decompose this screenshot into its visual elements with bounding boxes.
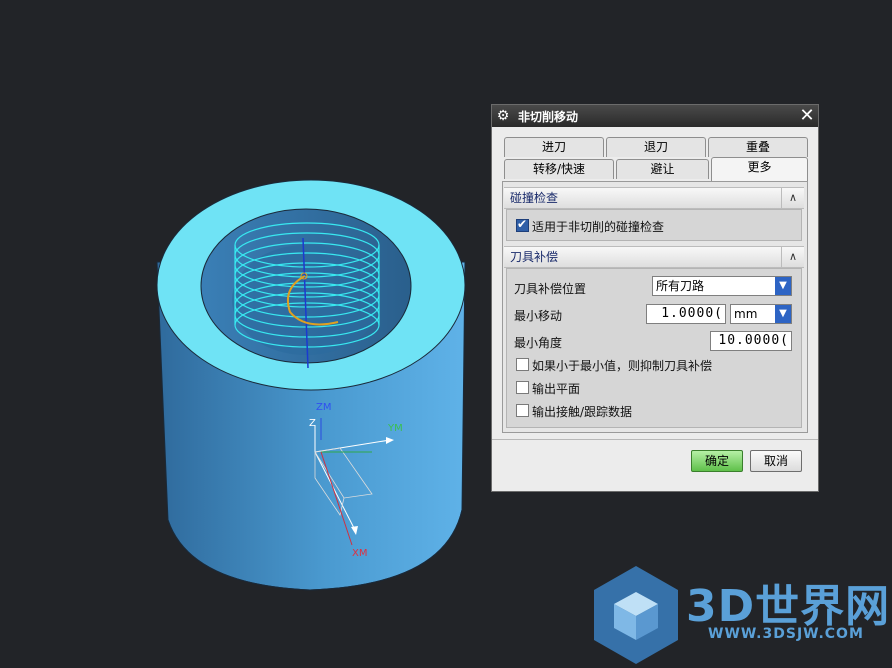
min-angle-label: 最小角度: [514, 336, 563, 350]
output-plane-checkbox[interactable]: [516, 381, 529, 394]
dialog-titlebar[interactable]: ⚙ 非切削移动 ✕: [492, 105, 818, 127]
cutter-comp-position-value: 所有刀路: [656, 279, 705, 293]
close-button[interactable]: ✕: [798, 106, 816, 125]
min-angle-input[interactable]: 10.0000(: [710, 331, 792, 351]
cube-logo-icon: [594, 566, 678, 664]
collision-check-label: 适用于非切削的碰撞检查: [532, 220, 665, 234]
dialog-divider: [492, 439, 818, 440]
min-move-label: 最小移动: [514, 309, 563, 323]
cutter-comp-header[interactable]: 刀具补偿 ∧: [504, 246, 804, 268]
collision-check-title: 碰撞检查: [510, 191, 559, 205]
ok-button[interactable]: 确定: [691, 450, 743, 472]
output-contact-checkbox[interactable]: [516, 404, 529, 417]
gear-icon: ⚙: [496, 108, 510, 124]
tab-overlap[interactable]: 重叠: [708, 137, 808, 157]
cancel-button[interactable]: 取消: [750, 450, 802, 472]
cutter-comp-position-select[interactable]: 所有刀路 ▼: [652, 276, 792, 296]
cutter-comp-position-label: 刀具补偿位置: [514, 282, 587, 296]
chevron-down-icon: ▼: [775, 305, 791, 323]
tab-transfer-rapid[interactable]: 转移/快速: [504, 159, 614, 179]
output-plane-label: 输出平面: [532, 382, 581, 396]
min-move-unit-value: mm: [734, 307, 758, 321]
z-axis-label: Z: [309, 418, 316, 429]
collision-check-checkbox[interactable]: [516, 217, 529, 232]
watermark-title: 3D世界网: [686, 581, 891, 632]
suppress-comp-label: 如果小于最小值，则抑制刀具补偿: [532, 359, 713, 373]
collision-check-header[interactable]: 碰撞检查 ∧: [504, 187, 804, 209]
collapse-chevron-up-icon[interactable]: ∧: [781, 188, 804, 208]
min-move-unit-select[interactable]: mm ▼: [730, 304, 792, 324]
min-move-input[interactable]: 1.0000(: [646, 304, 726, 324]
tab-more[interactable]: 更多: [711, 157, 808, 181]
zm-axis-label: ZM: [316, 402, 332, 413]
tab-engage[interactable]: 进刀: [504, 137, 604, 157]
chevron-down-icon: ▼: [775, 277, 791, 295]
collapse-chevron-up-icon[interactable]: ∧: [781, 247, 804, 267]
site-watermark: 3D世界网 WWW.3DSJW.COM: [588, 562, 892, 668]
tab-retract[interactable]: 退刀: [606, 137, 706, 157]
cutter-comp-title: 刀具补偿: [510, 250, 559, 264]
non-cutting-moves-dialog: ⚙ 非切削移动 ✕ 进刀 退刀 重叠 转移/快速 避让 更多 碰撞检查 ∧ 适用…: [491, 104, 819, 492]
tab-avoidance[interactable]: 避让: [616, 159, 709, 179]
suppress-comp-checkbox[interactable]: [516, 358, 529, 371]
output-contact-label: 输出接触/跟踪数据: [532, 405, 633, 419]
xm-axis-label: XM: [352, 548, 368, 559]
watermark-url: WWW.3DSJW.COM: [708, 626, 864, 642]
dialog-title: 非切削移动: [518, 110, 579, 124]
ym-axis-label: YM: [388, 423, 403, 434]
